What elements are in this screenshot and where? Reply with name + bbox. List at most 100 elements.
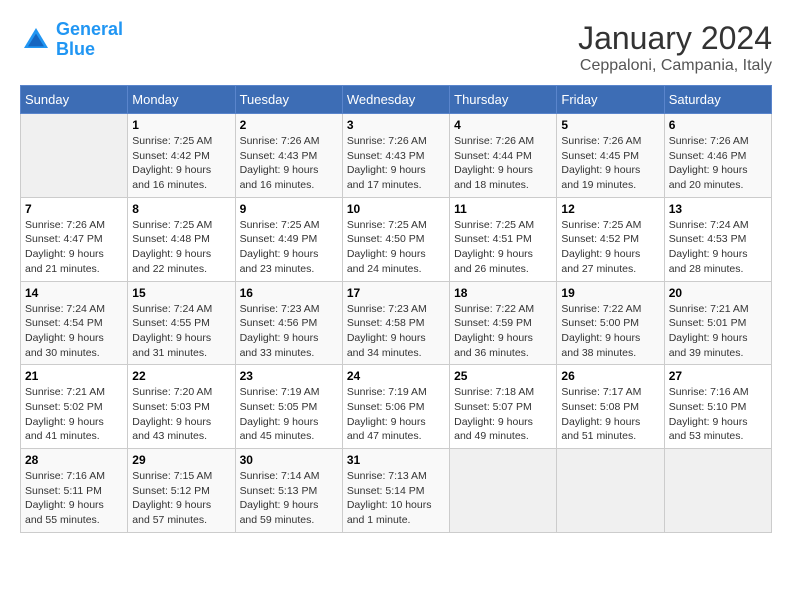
calendar-cell: 27Sunrise: 7:16 AMSunset: 5:10 PMDayligh…	[664, 365, 771, 449]
calendar-header: SundayMondayTuesdayWednesdayThursdayFrid…	[21, 86, 772, 114]
calendar-week-row: 21 Sunrise: 7:21 AMSunset: 5:02 PMDayligh…	[21, 365, 772, 449]
day-number: 29	[132, 453, 230, 467]
day-number: 10	[347, 202, 445, 216]
day-info: Sunrise: 7:15 AMSunset: 5:12 PMDaylight:…	[132, 469, 230, 528]
calendar-cell: 14 Sunrise: 7:24 AMSunset: 4:54 PMDayligh…	[21, 281, 128, 365]
day-info: Sunrise: 7:16 AMSunset: 5:10 PMDaylight:…	[669, 385, 767, 444]
calendar-cell	[664, 449, 771, 533]
calendar-week-row: 28Sunrise: 7:16 AMSunset: 5:11 PMDayligh…	[21, 449, 772, 533]
day-number: 25	[454, 369, 552, 383]
day-info: Sunrise: 7:26 AMSunset: 4:43 PMDaylight:…	[240, 134, 338, 193]
calendar-cell	[557, 449, 664, 533]
day-info: Sunrise: 7:17 AMSunset: 5:08 PMDaylight:…	[561, 385, 659, 444]
day-number: 21	[25, 369, 123, 383]
day-info: Sunrise: 7:26 AMSunset: 4:43 PMDaylight:…	[347, 134, 445, 193]
day-number: 5	[561, 118, 659, 132]
day-number: 1	[132, 118, 230, 132]
day-info: Sunrise: 7:14 AMSunset: 5:13 PMDaylight:…	[240, 469, 338, 528]
calendar-cell: 7Sunrise: 7:26 AMSunset: 4:47 PMDaylight…	[21, 197, 128, 281]
day-info: Sunrise: 7:25 AMSunset: 4:48 PMDaylight:…	[132, 218, 230, 277]
calendar-cell: 26 Sunrise: 7:17 AMSunset: 5:08 PMDayligh…	[557, 365, 664, 449]
calendar-cell: 5 Sunrise: 7:26 AMSunset: 4:45 PMDaylight…	[557, 114, 664, 198]
day-info: Sunrise: 7:25 AMSunset: 4:52 PMDaylight:…	[561, 218, 659, 277]
day-info: Sunrise: 7:18 AMSunset: 5:07 PMDaylight:…	[454, 385, 552, 444]
day-info: Sunrise: 7:19 AMSunset: 5:06 PMDaylight:…	[347, 385, 445, 444]
calendar-cell: 3 Sunrise: 7:26 AMSunset: 4:43 PMDaylight…	[342, 114, 449, 198]
page-header: General Blue January 2024 Ceppaloni, Cam…	[20, 20, 772, 75]
calendar-cell: 25 Sunrise: 7:18 AMSunset: 5:07 PMDayligh…	[450, 365, 557, 449]
day-info: Sunrise: 7:21 AMSunset: 5:01 PMDaylight:…	[669, 302, 767, 361]
day-number: 23	[240, 369, 338, 383]
day-number: 24	[347, 369, 445, 383]
day-info: Sunrise: 7:21 AMSunset: 5:02 PMDaylight:…	[25, 385, 123, 444]
calendar-cell: 20 Sunrise: 7:21 AMSunset: 5:01 PMDayligh…	[664, 281, 771, 365]
day-number: 31	[347, 453, 445, 467]
calendar-subtitle: Ceppaloni, Campania, Italy	[578, 57, 772, 75]
day-info: Sunrise: 7:25 AMSunset: 4:49 PMDaylight:…	[240, 218, 338, 277]
day-info: Sunrise: 7:26 AMSunset: 4:44 PMDaylight:…	[454, 134, 552, 193]
day-info: Sunrise: 7:23 AMSunset: 4:56 PMDaylight:…	[240, 302, 338, 361]
calendar-cell: 10 Sunrise: 7:25 AMSunset: 4:50 PMDayligh…	[342, 197, 449, 281]
day-number: 26	[561, 369, 659, 383]
day-info: Sunrise: 7:26 AMSunset: 4:47 PMDaylight:…	[25, 218, 123, 277]
calendar-cell: 6 Sunrise: 7:26 AMSunset: 4:46 PMDaylight…	[664, 114, 771, 198]
day-number: 11	[454, 202, 552, 216]
calendar-body: 1 Sunrise: 7:25 AMSunset: 4:42 PMDaylight…	[21, 114, 772, 533]
day-info: Sunrise: 7:26 AMSunset: 4:46 PMDaylight:…	[669, 134, 767, 193]
logo: General Blue	[20, 20, 123, 60]
logo-text: General Blue	[56, 20, 123, 60]
day-info: Sunrise: 7:24 AMSunset: 4:55 PMDaylight:…	[132, 302, 230, 361]
day-info: Sunrise: 7:22 AMSunset: 4:59 PMDaylight:…	[454, 302, 552, 361]
calendar-cell: 19Sunrise: 7:22 AMSunset: 5:00 PMDayligh…	[557, 281, 664, 365]
day-info: Sunrise: 7:23 AMSunset: 4:58 PMDaylight:…	[347, 302, 445, 361]
calendar-week-row: 7Sunrise: 7:26 AMSunset: 4:47 PMDaylight…	[21, 197, 772, 281]
day-number: 14	[25, 286, 123, 300]
calendar-cell: 2 Sunrise: 7:26 AMSunset: 4:43 PMDaylight…	[235, 114, 342, 198]
day-number: 22	[132, 369, 230, 383]
day-number: 9	[240, 202, 338, 216]
day-number: 15	[132, 286, 230, 300]
day-info: Sunrise: 7:26 AMSunset: 4:45 PMDaylight:…	[561, 134, 659, 193]
day-info: Sunrise: 7:25 AMSunset: 4:50 PMDaylight:…	[347, 218, 445, 277]
logo-line2: Blue	[56, 39, 95, 59]
calendar-week-row: 1 Sunrise: 7:25 AMSunset: 4:42 PMDaylight…	[21, 114, 772, 198]
calendar-week-row: 14 Sunrise: 7:24 AMSunset: 4:54 PMDayligh…	[21, 281, 772, 365]
day-number: 6	[669, 118, 767, 132]
calendar-cell: 29 Sunrise: 7:15 AMSunset: 5:12 PMDayligh…	[128, 449, 235, 533]
calendar-cell: 16 Sunrise: 7:23 AMSunset: 4:56 PMDayligh…	[235, 281, 342, 365]
calendar-cell: 11 Sunrise: 7:25 AMSunset: 4:51 PMDayligh…	[450, 197, 557, 281]
calendar-cell: 12 Sunrise: 7:25 AMSunset: 4:52 PMDayligh…	[557, 197, 664, 281]
day-info: Sunrise: 7:24 AMSunset: 4:54 PMDaylight:…	[25, 302, 123, 361]
day-number: 20	[669, 286, 767, 300]
day-info: Sunrise: 7:19 AMSunset: 5:05 PMDaylight:…	[240, 385, 338, 444]
calendar-cell: 8 Sunrise: 7:25 AMSunset: 4:48 PMDaylight…	[128, 197, 235, 281]
day-number: 2	[240, 118, 338, 132]
calendar-cell: 24 Sunrise: 7:19 AMSunset: 5:06 PMDayligh…	[342, 365, 449, 449]
day-number: 4	[454, 118, 552, 132]
calendar-title: January 2024	[578, 20, 772, 57]
calendar-cell: 28Sunrise: 7:16 AMSunset: 5:11 PMDayligh…	[21, 449, 128, 533]
day-number: 28	[25, 453, 123, 467]
day-number: 16	[240, 286, 338, 300]
calendar-cell: 9 Sunrise: 7:25 AMSunset: 4:49 PMDaylight…	[235, 197, 342, 281]
logo-icon	[20, 24, 52, 56]
calendar-table: SundayMondayTuesdayWednesdayThursdayFrid…	[20, 85, 772, 533]
weekday-header: Tuesday	[235, 86, 342, 114]
day-number: 3	[347, 118, 445, 132]
day-number: 13	[669, 202, 767, 216]
calendar-cell: 4 Sunrise: 7:26 AMSunset: 4:44 PMDaylight…	[450, 114, 557, 198]
weekday-header: Friday	[557, 86, 664, 114]
calendar-cell: 23 Sunrise: 7:19 AMSunset: 5:05 PMDayligh…	[235, 365, 342, 449]
day-info: Sunrise: 7:25 AMSunset: 4:42 PMDaylight:…	[132, 134, 230, 193]
calendar-cell: 15 Sunrise: 7:24 AMSunset: 4:55 PMDayligh…	[128, 281, 235, 365]
day-info: Sunrise: 7:20 AMSunset: 5:03 PMDaylight:…	[132, 385, 230, 444]
weekday-header: Wednesday	[342, 86, 449, 114]
day-number: 8	[132, 202, 230, 216]
day-info: Sunrise: 7:25 AMSunset: 4:51 PMDaylight:…	[454, 218, 552, 277]
day-number: 19	[561, 286, 659, 300]
calendar-cell: 18Sunrise: 7:22 AMSunset: 4:59 PMDayligh…	[450, 281, 557, 365]
weekday-header: Thursday	[450, 86, 557, 114]
day-info: Sunrise: 7:24 AMSunset: 4:53 PMDaylight:…	[669, 218, 767, 277]
day-number: 12	[561, 202, 659, 216]
weekday-row: SundayMondayTuesdayWednesdayThursdayFrid…	[21, 86, 772, 114]
